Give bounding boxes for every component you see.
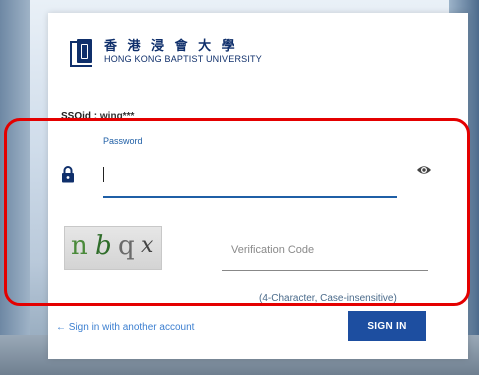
sign-in-button[interactable]: SIGN IN xyxy=(348,311,426,341)
hkbu-logo-icon xyxy=(70,39,96,67)
logo-english-name: HONG KONG BAPTIST UNIVERSITY xyxy=(104,54,262,64)
switch-account-link[interactable]: ← Sign in with another account xyxy=(56,322,194,333)
annotation-highlight xyxy=(4,118,470,306)
logo-chinese-name: 香 港 浸 會 大 學 xyxy=(104,39,238,54)
university-logo: 香 港 浸 會 大 學 HONG KONG BAPTIST UNIVERSITY xyxy=(70,39,262,67)
